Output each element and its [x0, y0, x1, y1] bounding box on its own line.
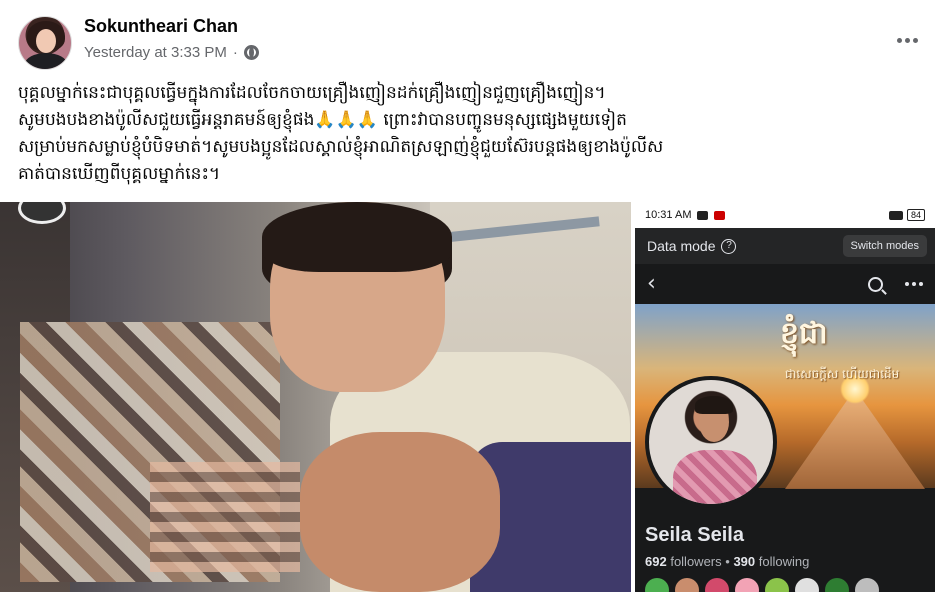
following-count: 390: [733, 554, 756, 569]
signal-icon: [888, 210, 903, 220]
friend-avatar[interactable]: [675, 578, 699, 592]
cover-subtitle: ជាសេចក្តីស ហើយជាដើម: [785, 367, 900, 381]
switch-modes-button[interactable]: Switch modes: [842, 235, 927, 257]
friend-avatar[interactable]: [855, 578, 879, 592]
profile-picture[interactable]: [645, 376, 777, 508]
friend-avatar[interactable]: [705, 578, 729, 592]
more-options-icon[interactable]: [893, 26, 921, 54]
friend-avatar[interactable]: [645, 578, 669, 592]
help-icon[interactable]: ?: [721, 238, 737, 254]
alarm-icon: [697, 210, 709, 220]
profile-name: Seila Seila: [645, 524, 744, 546]
post-text: បុគ្គលម្នាក់នេះជាបុគ្គលធ្វើមក្នុងការដែលច…: [18, 80, 898, 188]
phone-status-bar: 10:31 AM 84: [635, 202, 935, 228]
post-header: Sokuntheari Chan Yesterday at 3:33 PM ·: [0, 0, 935, 70]
back-arrow-icon[interactable]: ‹: [647, 273, 656, 295]
followers-label[interactable]: followers: [670, 554, 721, 569]
stats-separator: •: [725, 554, 730, 569]
youtube-icon: [714, 210, 726, 220]
author-name[interactable]: Sokuntheari Chan: [84, 16, 238, 37]
post-meta: Yesterday at 3:33 PM ·: [84, 44, 259, 61]
status-time: 10:31 AM: [645, 209, 692, 221]
author-avatar[interactable]: [18, 16, 72, 70]
post-photo-left[interactable]: [0, 202, 631, 592]
friend-avatar[interactable]: [735, 578, 759, 592]
post-timestamp[interactable]: Yesterday at 3:33 PM: [84, 44, 227, 61]
globe-icon[interactable]: [243, 45, 259, 60]
data-mode-label: Data mode: [647, 238, 716, 254]
friend-avatars: [645, 578, 879, 592]
friend-avatar[interactable]: [795, 578, 819, 592]
friend-avatar[interactable]: [825, 578, 849, 592]
meta-separator: ·: [232, 44, 238, 61]
friend-avatar[interactable]: [765, 578, 789, 592]
battery-icon: 84: [906, 209, 925, 221]
more-options-icon[interactable]: [905, 282, 923, 286]
post-photo-right-screenshot[interactable]: 10:31 AM 84 Data mode ? Switch modes ‹ ខ…: [635, 202, 935, 592]
post-media: 10:31 AM 84 Data mode ? Switch modes ‹ ខ…: [0, 202, 935, 592]
followers-count: 692: [645, 554, 667, 569]
cover-title: ខ្ញុំជា: [780, 316, 828, 351]
following-label[interactable]: following: [759, 554, 810, 569]
data-mode-bar: Data mode ? Switch modes: [635, 228, 935, 264]
follow-stats: 692 followers • 390 following: [645, 554, 809, 569]
search-icon[interactable]: [868, 276, 883, 292]
phone-nav-bar: ‹: [635, 264, 935, 304]
post-text-line: បុគ្គលម្នាក់នេះជាបុគ្គលធ្វើមក្នុងការដែលច…: [18, 83, 606, 103]
post-text-line: សម្រាប់មកសម្លាប់ខ្ញុំបំបិទមាត់។សូមបងប្អូ…: [18, 137, 664, 157]
post-text-line: សូមបងបងខាងប៉ូលីសជួយធ្វើអន្តរាគមន៍ឲ្យខ្ញុ…: [18, 110, 627, 130]
post-text-line: គាត់បានឃើញពីបុគ្គលម្នាក់នេះ។: [18, 164, 221, 184]
